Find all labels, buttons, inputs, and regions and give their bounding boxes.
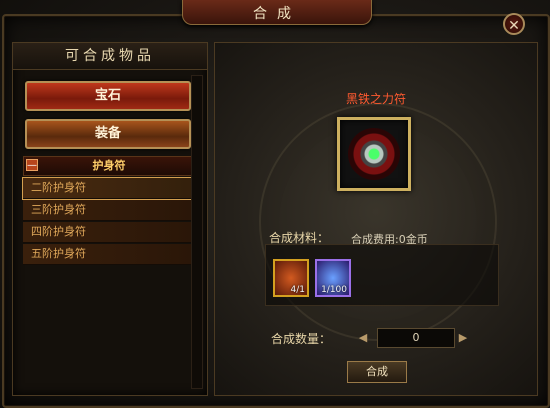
material-slot-crystal[interactable]: 1/100 [315, 259, 351, 297]
close-icon: ✕ [508, 18, 520, 34]
list-item-tier2-amulet[interactable]: 二阶护身符 [22, 177, 194, 200]
material-count: 4/1 [290, 285, 305, 295]
window-title: 合成 [253, 6, 301, 22]
craftable-items-panel: 可合成物品 宝石 装备 护身符 — 二阶护身符 三阶护身符 四阶护身符 五阶护身… [12, 42, 208, 396]
increase-quantity-button[interactable]: ▶ [457, 331, 469, 345]
collapse-icon[interactable]: — [26, 159, 38, 171]
material-count: 1/100 [321, 285, 347, 295]
category-gem-button[interactable]: 宝石 [25, 81, 191, 111]
material-slot-amulet[interactable]: 4/1 [273, 259, 309, 297]
close-button[interactable]: ✕ [503, 13, 525, 35]
title-bar: 合成 [182, 0, 372, 25]
quantity-input[interactable]: 0 [377, 328, 455, 348]
list-item-tier3-amulet[interactable]: 三阶护身符 [23, 200, 193, 221]
panel-header: 可合成物品 [13, 43, 207, 70]
synthesis-window: 合成 ✕ 可合成物品 宝石 装备 护身符 — 二阶护身符 三阶护身符 四阶护身符… [0, 0, 550, 408]
category-equipment-button[interactable]: 装备 [25, 119, 191, 149]
group-label: 护身符 [92, 159, 126, 172]
quantity-label: 合成数量： [271, 332, 332, 346]
synthesis-panel: 黑铁之力符 合成材料： 合成费用:0金币 4/1 1/100 合成数量： ◀ 0… [214, 42, 538, 396]
charm-icon [348, 128, 400, 180]
list-scrollbar[interactable] [191, 75, 203, 389]
list-item-tier4-amulet[interactable]: 四阶护身符 [23, 222, 193, 243]
group-amulet[interactable]: 护身符 — [23, 156, 195, 176]
decrease-quantity-button[interactable]: ◀ [357, 331, 369, 345]
list-item-tier5-amulet[interactable]: 五阶护身符 [23, 244, 193, 265]
target-item-slot[interactable] [337, 117, 411, 191]
target-item-name: 黑铁之力符 [345, 92, 406, 106]
compose-button[interactable]: 合成 [347, 361, 407, 383]
